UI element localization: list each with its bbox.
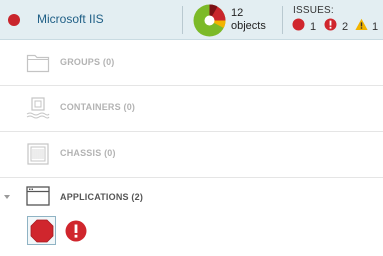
- group-row-chassis[interactable]: CHASSIS (0): [0, 132, 383, 178]
- status-critical-icon: [8, 14, 20, 26]
- critical-icon: [292, 18, 305, 31]
- entity-title-link[interactable]: Microsoft IIS: [37, 12, 104, 26]
- objects-donut-chart[interactable]: [193, 4, 226, 37]
- group-label: CONTAINERS (0): [60, 102, 136, 112]
- error-icon: [324, 18, 337, 31]
- issues-summary[interactable]: 1 2 1: [292, 18, 382, 34]
- expand-chevron-icon[interactable]: [4, 195, 10, 199]
- group-label: CHASSIS (0): [60, 148, 116, 158]
- application-window-icon: [26, 186, 50, 206]
- entity-header: Microsoft IIS 12 objects ISSUES: 1 2 1: [0, 0, 383, 40]
- header-divider: [282, 6, 283, 34]
- objects-count-number: 12: [231, 7, 244, 19]
- group-label: APPLICATIONS (2): [60, 192, 144, 202]
- objects-count-label: objects: [231, 20, 266, 32]
- group-label: GROUPS (0): [60, 57, 115, 67]
- header-divider: [182, 6, 183, 34]
- group-row-containers[interactable]: CONTAINERS (0): [0, 86, 383, 132]
- objects-count: 12 objects: [231, 7, 266, 33]
- group-row-applications[interactable]: APPLICATIONS (2): [0, 178, 383, 212]
- application-tile[interactable]: [27, 216, 56, 245]
- error-count: 2: [342, 21, 349, 33]
- group-row-groups[interactable]: GROUPS (0): [0, 40, 383, 86]
- error-circle-icon[interactable]: [65, 220, 87, 242]
- container-icon: [26, 97, 50, 119]
- warning-icon: [355, 18, 368, 30]
- warning-count: 1: [372, 21, 379, 33]
- folder-icon: [26, 54, 50, 73]
- chassis-icon: [27, 143, 49, 165]
- critical-count: 1: [310, 21, 317, 33]
- issues-label: ISSUES:: [293, 5, 334, 16]
- stop-octagon-icon: [30, 219, 54, 243]
